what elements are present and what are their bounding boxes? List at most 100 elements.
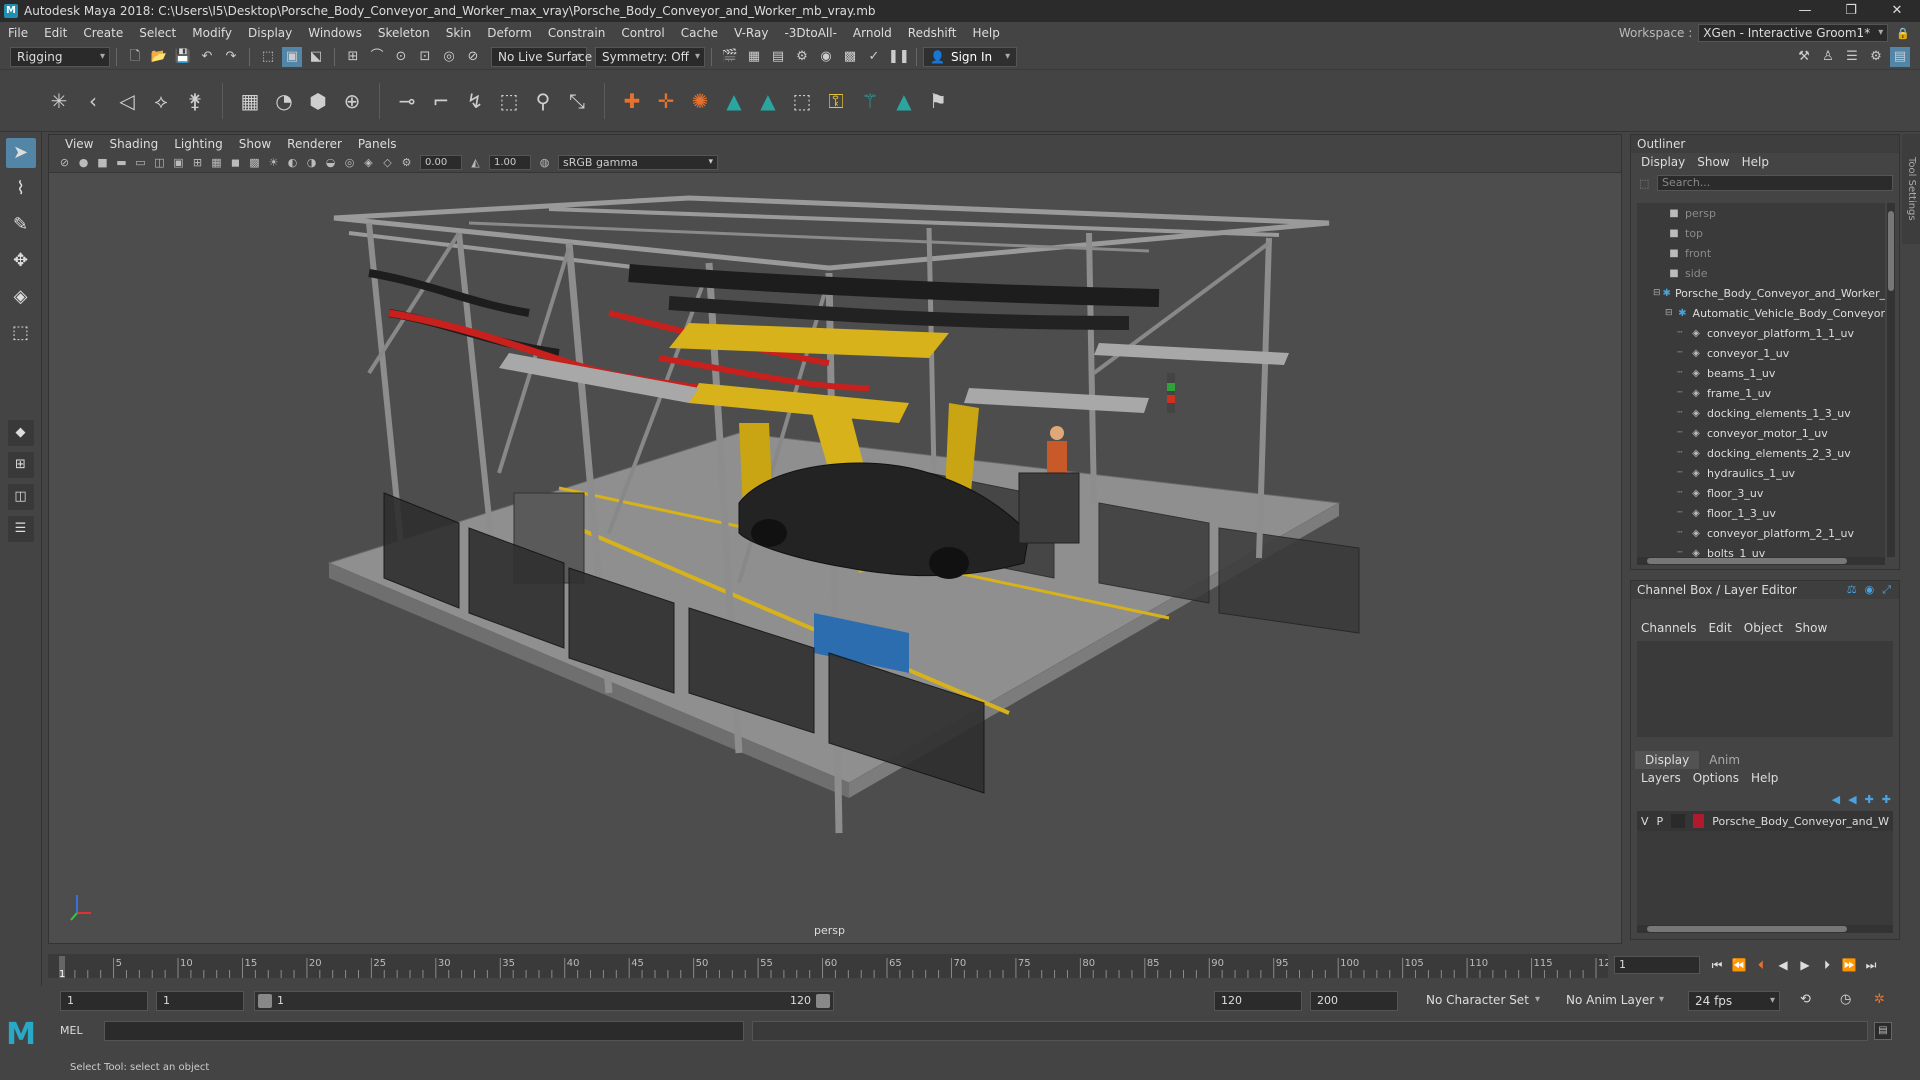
textured-icon[interactable]: ▩: [247, 155, 262, 170]
filter-icon[interactable]: ⬚: [1639, 177, 1649, 190]
film-gate-icon[interactable]: ▭: [133, 155, 148, 170]
aim-constraint-icon[interactable]: ⚲: [528, 86, 558, 116]
tree-item-mesh[interactable]: ┄ ◈ hydraulics_1_uv: [1637, 463, 1885, 483]
range-slider[interactable]: 1 120: [254, 991, 834, 1011]
menu-deform[interactable]: Deform: [479, 26, 540, 40]
vp-menu-lighting[interactable]: Lighting: [166, 137, 231, 151]
tree-item-mesh[interactable]: ┄ ◈ conveyor_platform_1_1_uv: [1637, 323, 1885, 343]
image-plane-icon[interactable]: ▬: [114, 155, 129, 170]
close-button[interactable]: ✕: [1874, 0, 1920, 22]
channel-box-edit-icon[interactable]: ⤢: [1882, 583, 1891, 597]
menu-3dtoall[interactable]: -3DtoAll-: [776, 26, 844, 40]
command-input[interactable]: [104, 1021, 744, 1041]
menu-create[interactable]: Create: [75, 26, 131, 40]
render-frame-icon[interactable]: ▦: [744, 47, 764, 67]
cluster-icon[interactable]: ◔: [269, 86, 299, 116]
menu-set-dropdown[interactable]: Rigging: [10, 46, 110, 67]
vp-menu-view[interactable]: View: [57, 137, 101, 151]
script-editor-icon[interactable]: ▤: [1874, 1022, 1892, 1040]
vray-render-icon[interactable]: ▩: [840, 47, 860, 67]
tree-item-group[interactable]: ⊟ ✱ Automatic_Vehicle_Body_Conveyor: [1637, 303, 1885, 323]
animation-end-field[interactable]: 200: [1310, 991, 1398, 1011]
ipr-render-icon[interactable]: ▤: [768, 47, 788, 67]
undo-icon[interactable]: ↶: [197, 47, 217, 67]
color-management-icon[interactable]: ◍: [537, 155, 552, 170]
xray-joints-icon[interactable]: ◇: [380, 155, 395, 170]
tab-display[interactable]: Display: [1635, 751, 1700, 769]
menu-cache[interactable]: Cache: [673, 26, 726, 40]
tree-item-mesh[interactable]: ┄ ◈ docking_elements_2_3_uv: [1637, 443, 1885, 463]
rotate-tool-icon[interactable]: ◈: [6, 282, 36, 312]
snap-surface-icon[interactable]: ◎: [439, 47, 459, 67]
go-to-end-icon[interactable]: ⏭: [1860, 954, 1882, 976]
character-controls-icon[interactable]: ♙: [1818, 47, 1838, 67]
render-settings-icon[interactable]: ⚙: [792, 47, 812, 67]
tree-item-mesh[interactable]: ┄ ◈ floor_3_uv: [1637, 483, 1885, 503]
hik-skeleton-icon[interactable]: ▲: [719, 86, 749, 116]
hik-character-icon[interactable]: ✺: [685, 86, 715, 116]
outliner-search-input[interactable]: Search...: [1657, 175, 1893, 191]
snap-pivot-icon[interactable]: ⊘: [463, 47, 483, 67]
menu-skeleton[interactable]: Skeleton: [370, 26, 438, 40]
tree-item-mesh[interactable]: ┄ ◈ bolts_1_uv: [1637, 543, 1885, 558]
workspace-dropdown[interactable]: XGen - Interactive Groom1*: [1698, 24, 1889, 42]
ipr-icon[interactable]: ✓: [864, 47, 884, 67]
select-object-icon[interactable]: ▣: [282, 46, 302, 67]
menu-file[interactable]: File: [0, 26, 36, 40]
menu-select[interactable]: Select: [131, 26, 184, 40]
attribute-editor-icon[interactable]: ☰: [1842, 47, 1862, 67]
symmetry-dropdown[interactable]: Symmetry: Off: [595, 46, 705, 67]
antialias-icon[interactable]: ◒: [323, 155, 338, 170]
anim-layer-dropdown[interactable]: No Anim Layer: [1560, 991, 1668, 1011]
vp-menu-panels[interactable]: Panels: [350, 137, 405, 151]
new-scene-icon[interactable]: 🗋: [125, 47, 145, 67]
sign-in-button[interactable]: 👤 Sign In: [923, 46, 1018, 67]
script-language-toggle[interactable]: MEL: [60, 1024, 83, 1037]
orient-constraint-icon[interactable]: ↯: [460, 86, 490, 116]
scale-constraint-icon[interactable]: ⬚: [494, 86, 524, 116]
layer-horizontal-scrollbar[interactable]: [1637, 925, 1893, 933]
scale-tool-icon[interactable]: ⬚: [6, 318, 36, 348]
ambient-occlusion-icon[interactable]: ◑: [304, 155, 319, 170]
fps-dropdown[interactable]: 24 fps: [1688, 991, 1780, 1011]
outliner-menu-help[interactable]: Help: [1736, 155, 1775, 169]
new-layer-selected-icon[interactable]: ✚: [1882, 793, 1891, 806]
bind-skin-icon[interactable]: ⟡: [146, 86, 176, 116]
menu-skin[interactable]: Skin: [438, 26, 480, 40]
tree-item-front[interactable]: ■ front: [1637, 243, 1885, 263]
tool-settings-icon[interactable]: ⚙: [1866, 47, 1886, 67]
outliner-menu-display[interactable]: Display: [1635, 155, 1691, 169]
auto-key-icon[interactable]: ◷: [1840, 992, 1851, 1007]
step-forward-key-icon[interactable]: ⏩: [1838, 954, 1860, 976]
blend-shape-icon[interactable]: ⊕: [337, 86, 367, 116]
menu-edit[interactable]: Edit: [36, 26, 75, 40]
select-component-icon[interactable]: ⬕: [306, 47, 326, 67]
anim-prefs-icon[interactable]: ✲: [1874, 992, 1885, 1007]
lights-icon[interactable]: ☀: [266, 155, 281, 170]
pin-icon[interactable]: ⚑: [923, 86, 953, 116]
lock-icon[interactable]: 🔒: [1896, 27, 1910, 40]
four-view-icon[interactable]: ⊞: [7, 452, 34, 478]
vp-menu-show[interactable]: Show: [231, 137, 279, 151]
exposure-icon[interactable]: ⚙: [399, 155, 414, 170]
cb-menu-edit[interactable]: Edit: [1703, 621, 1738, 635]
playback-end-field[interactable]: 120: [1214, 991, 1302, 1011]
bookmark-icon[interactable]: ■: [95, 155, 110, 170]
paint-select-icon[interactable]: ✎: [6, 210, 36, 240]
channel-box-settings-icon[interactable]: ◉: [1865, 583, 1875, 597]
layer-row[interactable]: V P Porsche_Body_Conveyor_and_W: [1637, 811, 1893, 831]
tree-item-mesh[interactable]: ┄ ◈ conveyor_platform_2_1_uv: [1637, 523, 1885, 543]
joint-tool-icon[interactable]: ✳: [44, 86, 74, 116]
resolution-gate-icon[interactable]: ◫: [152, 155, 167, 170]
playback-start-field[interactable]: 1: [156, 991, 244, 1011]
tree-item-mesh[interactable]: ┄ ◈ floor_1_3_uv: [1637, 503, 1885, 523]
locator-constraint-icon[interactable]: ✛: [651, 86, 681, 116]
single-view-icon[interactable]: ◆: [7, 420, 34, 446]
menu-vray[interactable]: V-Ray: [726, 26, 776, 40]
character-set-dropdown[interactable]: No Character Set: [1420, 991, 1544, 1011]
redo-icon[interactable]: ↷: [221, 47, 241, 67]
safe-action-icon[interactable]: ▣: [171, 155, 186, 170]
restore-button[interactable]: ❐: [1828, 0, 1874, 22]
tree-item-mesh[interactable]: ┄ ◈ frame_1_uv: [1637, 383, 1885, 403]
tool-settings-tab[interactable]: Tool Settings: [1902, 134, 1920, 244]
